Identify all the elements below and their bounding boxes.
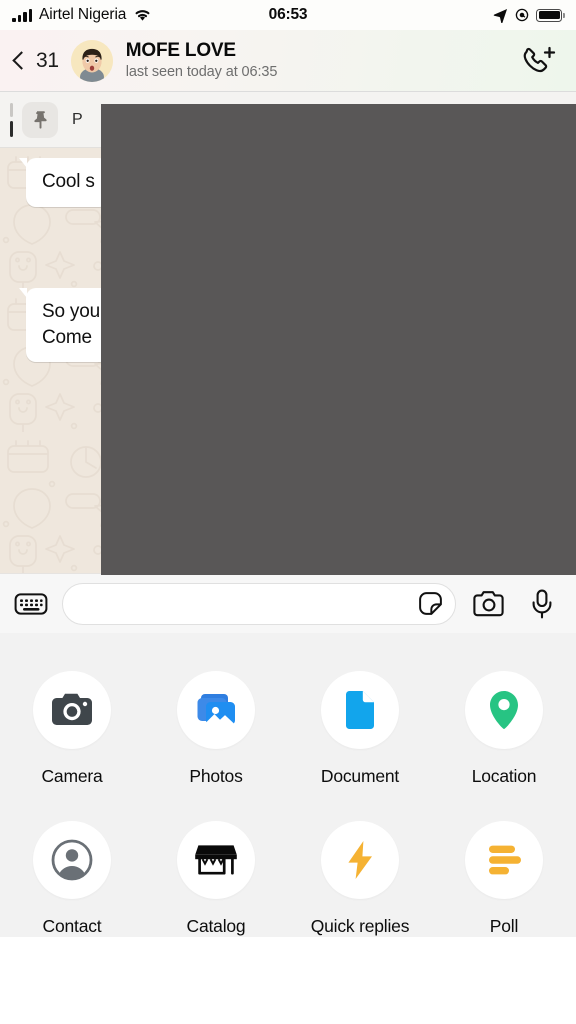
attachment-label: Catalog (186, 916, 246, 936)
attachment-quick-replies[interactable]: Quick replies (288, 821, 432, 937)
attachment-panel: Camera Photos Document Location Contact … (0, 633, 576, 937)
wifi-icon (133, 8, 152, 22)
message-input-bar (0, 573, 576, 633)
add-call-button[interactable] (518, 42, 558, 80)
location-pin-icon (465, 671, 543, 749)
sticker-icon[interactable] (417, 590, 444, 617)
contact-icon (33, 821, 111, 899)
attachment-location[interactable]: Location (432, 671, 576, 787)
alarm-icon (515, 8, 529, 22)
contact-name: MOFE LOVE (125, 39, 236, 61)
carrier-label: Airtel Nigeria (39, 6, 127, 23)
document-icon (321, 671, 399, 749)
unread-count-label: 31 (36, 48, 59, 72)
lightning-icon (321, 821, 399, 899)
attachment-label: Photos (189, 766, 243, 786)
location-arrow-icon (493, 8, 508, 23)
avatar[interactable] (70, 39, 113, 82)
status-bar-right (287, 8, 565, 23)
attachment-photos[interactable]: Photos (144, 671, 288, 787)
attachment-label: Document (320, 766, 400, 786)
content-occluder-overlay (101, 104, 576, 575)
chevron-left-icon (12, 51, 31, 70)
whatsapp-chat-screen: Airtel Nigeria 06:53 31 MOFE LOVE last s… (0, 0, 576, 1024)
chat-header: 31 MOFE LOVE last seen today at 06:35 (0, 30, 576, 92)
battery-full-icon (536, 8, 565, 22)
contact-info[interactable]: MOFE LOVE last seen today at 06:35 (126, 40, 518, 82)
attachment-label: Contact (42, 916, 102, 936)
attachment-camera[interactable]: Camera (0, 671, 144, 787)
pin-icon[interactable] (22, 101, 58, 138)
attachment-label: Quick replies (310, 916, 410, 936)
attachment-grid: Camera Photos Document Location Contact … (0, 671, 576, 937)
signal-bars-icon (12, 8, 32, 22)
back-button[interactable]: 31 (12, 49, 59, 73)
poll-icon (465, 821, 543, 899)
camera-icon[interactable] (472, 590, 506, 618)
microphone-icon[interactable] (530, 589, 554, 619)
pinned-message-label: P (72, 110, 83, 128)
attachment-poll[interactable]: Poll (432, 821, 576, 937)
contact-status: last seen today at 06:35 (125, 63, 278, 80)
catalog-icon (177, 821, 255, 899)
status-bar-left: Airtel Nigeria (12, 6, 287, 24)
attachment-label: Location (471, 766, 537, 786)
attachment-label: Poll (489, 916, 519, 936)
attachment-document[interactable]: Document (288, 671, 432, 787)
camera-icon (33, 671, 111, 749)
message-input-field[interactable] (62, 582, 456, 625)
keyboard-icon[interactable] (14, 591, 48, 617)
status-bar: Airtel Nigeria 06:53 (0, 0, 576, 30)
message-bubble-incoming[interactable]: Cool s (19, 158, 109, 207)
attachment-label: Camera (41, 766, 103, 786)
attachment-contact[interactable]: Contact (0, 821, 144, 937)
attachment-catalog[interactable]: Catalog (144, 821, 288, 937)
photos-icon (177, 671, 255, 749)
message-text-input[interactable] (81, 593, 417, 614)
pinned-progress-indicator (10, 102, 13, 137)
